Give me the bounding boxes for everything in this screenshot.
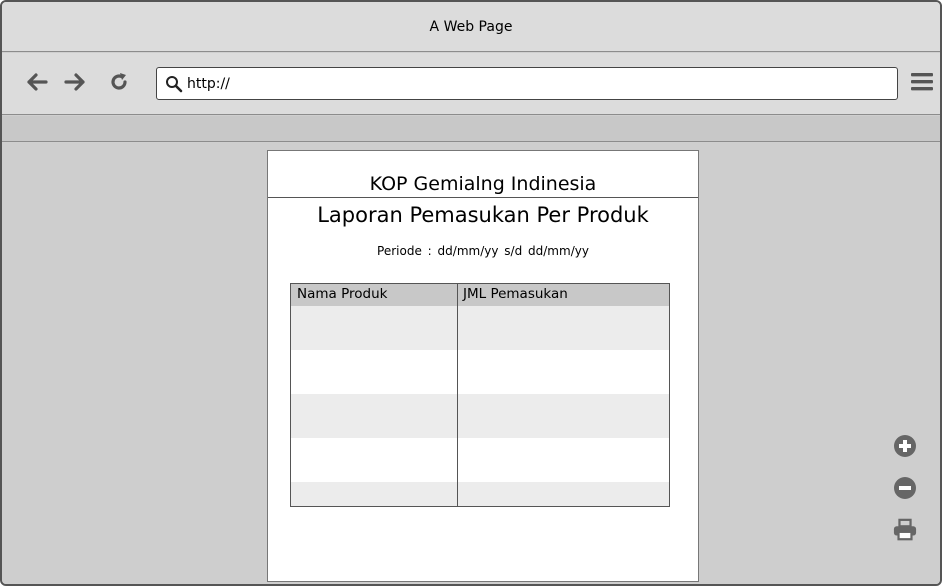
window-title: A Web Page	[429, 18, 513, 35]
table-cell	[291, 306, 457, 350]
report-title: Laporan Pemasukan Per Produk	[317, 203, 649, 227]
date-from: dd/mm/yy	[437, 244, 499, 258]
table-cell	[291, 482, 457, 506]
table-row	[291, 394, 669, 438]
periode-label: Periode :	[377, 244, 432, 258]
table-row	[291, 306, 669, 350]
table-cell	[457, 438, 669, 482]
table-cell	[291, 350, 457, 394]
kop-title: KOP Gemialng Indinesia	[369, 173, 597, 195]
table-row	[291, 482, 669, 506]
title-bar: A Web Page	[2, 2, 940, 52]
print-icon[interactable]	[893, 518, 917, 542]
date-to: dd/mm/yy	[528, 244, 589, 258]
column-divider	[457, 284, 458, 506]
arrow-left-icon[interactable]	[24, 68, 50, 96]
periode-line: Periode : dd/mm/yy s/d dd/mm/yy	[268, 244, 698, 258]
search-icon	[165, 75, 183, 93]
table-row	[291, 350, 669, 394]
table-cell	[457, 306, 669, 350]
table-cell	[291, 438, 457, 482]
table-cell	[291, 394, 457, 438]
zoom-in-icon[interactable]	[893, 434, 917, 458]
table-cell	[457, 482, 669, 506]
page-content: KOP Gemialng Indinesia Laporan Pemasukan…	[2, 143, 940, 584]
arrow-right-icon[interactable]	[62, 68, 88, 96]
report-table: Nama Produk JML Pemasukan	[290, 283, 670, 507]
table-cell	[457, 350, 669, 394]
report-page: KOP Gemialng Indinesia Laporan Pemasukan…	[267, 150, 699, 582]
zoom-out-icon[interactable]	[893, 476, 917, 500]
browser-toolbar	[2, 53, 940, 115]
address-bar[interactable]	[156, 67, 898, 100]
reload-icon[interactable]	[106, 68, 132, 96]
table-row	[291, 438, 669, 482]
browser-window: A Web Page KOP Gemialng Indinesia Lapo	[0, 0, 942, 586]
table-body	[291, 306, 669, 506]
table-header: Nama Produk JML Pemasukan	[291, 284, 669, 306]
url-input[interactable]	[187, 75, 867, 92]
hamburger-menu-icon[interactable]	[910, 70, 934, 98]
column-header-nama-produk: Nama Produk	[297, 286, 388, 302]
bookmarks-bar	[2, 116, 940, 142]
table-cell	[457, 394, 669, 438]
column-header-jml-pemasukan: JML Pemasukan	[463, 286, 568, 302]
date-separator: s/d	[504, 244, 523, 258]
kop-header: KOP Gemialng Indinesia	[268, 151, 698, 198]
